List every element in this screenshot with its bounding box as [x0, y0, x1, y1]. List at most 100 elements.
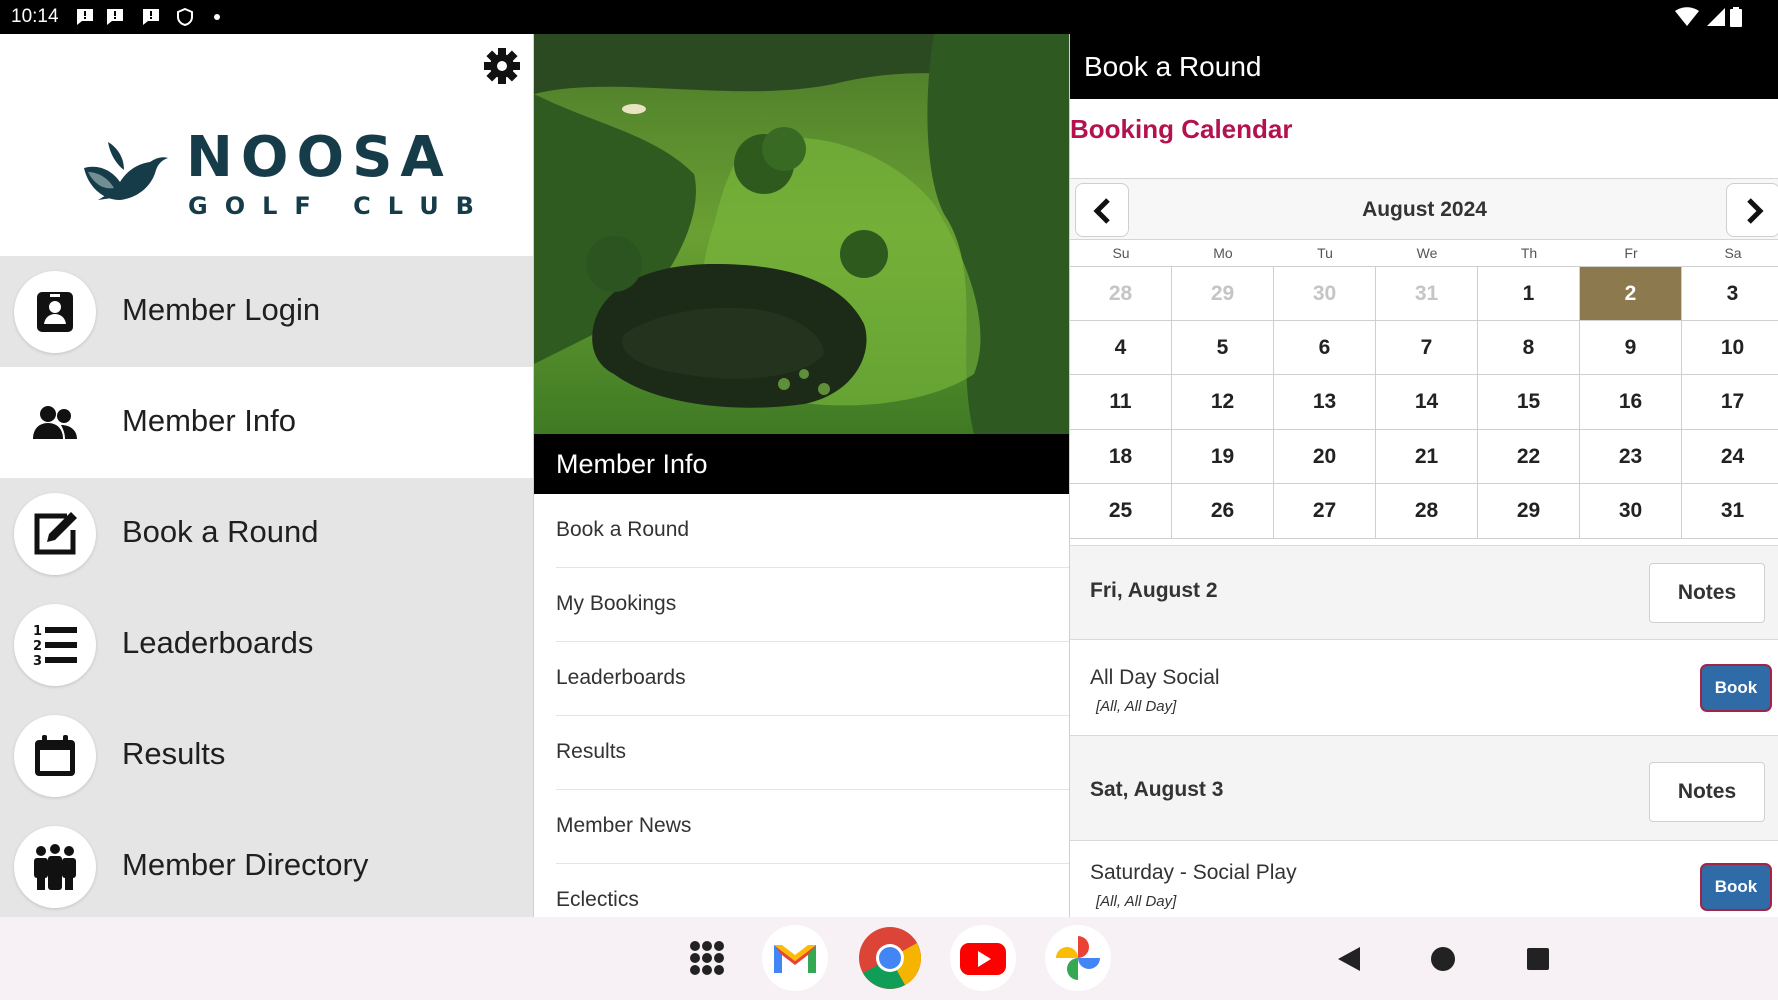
menu-item-label: Results	[556, 740, 627, 763]
calendar-day[interactable]: 20	[1274, 429, 1376, 484]
calendar-day[interactable]: 30	[1274, 267, 1376, 321]
event-detail: [All, All Day]	[1096, 698, 1177, 715]
nav-item-member-directory[interactable]: Member Directory	[0, 811, 533, 922]
calendar-day[interactable]: 27	[1274, 484, 1376, 539]
menu-item-leaderboards[interactable]: Leaderboards	[556, 642, 1070, 716]
back-icon[interactable]	[1334, 944, 1364, 974]
calendar-week-row: 25 26 27 28 29 30 31	[1070, 484, 1778, 539]
nav-item-member-login[interactable]: Member Login	[0, 256, 533, 367]
nav-item-results[interactable]: Results	[0, 700, 533, 811]
home-icon[interactable]	[1428, 944, 1458, 974]
calendar-day[interactable]: 31	[1682, 484, 1778, 539]
calendar-day[interactable]: 23	[1580, 429, 1682, 484]
calendar-day[interactable]: 12	[1172, 375, 1274, 430]
calendar-day[interactable]: 1	[1478, 267, 1580, 321]
photos-icon	[1045, 925, 1111, 991]
group-icon	[34, 844, 76, 890]
chrome-app-button[interactable]	[855, 923, 925, 993]
weekday-label: Tu	[1317, 245, 1333, 261]
nav-item-member-info[interactable]: Member Info	[0, 367, 533, 478]
calendar-day[interactable]: 22	[1478, 429, 1580, 484]
calendar-day[interactable]: 5	[1172, 320, 1274, 375]
nav-label: Member Info	[122, 403, 297, 438]
signal-icon	[1706, 8, 1725, 26]
calendar-day[interactable]: 21	[1376, 429, 1478, 484]
calendar-day[interactable]: 14	[1376, 375, 1478, 430]
nav-icon-circle	[14, 382, 96, 464]
youtube-app-button[interactable]	[948, 923, 1018, 993]
book-button[interactable]: Book	[1700, 863, 1772, 911]
gmail-app-button[interactable]	[760, 923, 830, 993]
book-button[interactable]: Book	[1700, 664, 1772, 712]
recents-icon[interactable]	[1523, 944, 1553, 974]
message-icon	[143, 9, 159, 25]
calendar-day[interactable]: 28	[1376, 484, 1478, 539]
status-bar: 10:14	[0, 0, 1778, 34]
menu-item-results[interactable]: Results	[556, 716, 1070, 790]
nav-icon-circle	[14, 271, 96, 353]
message-icon	[77, 9, 93, 25]
nav-label: Leaderboards	[122, 625, 314, 660]
event-name: All Day Social	[1090, 666, 1220, 689]
calendar-day[interactable]: 3	[1682, 267, 1778, 321]
day-header-aug-2: Fri, August 2 Notes	[1070, 545, 1778, 639]
status-right	[1675, 7, 1742, 32]
wifi-icon	[1675, 7, 1700, 26]
calendar-day[interactable]: 17	[1682, 375, 1778, 430]
golf-course-hero-image	[534, 34, 1070, 434]
calendar-day-selected[interactable]: 2	[1580, 267, 1682, 321]
calendar-day[interactable]: 25	[1070, 484, 1172, 539]
calendar-day[interactable]: 19	[1172, 429, 1274, 484]
next-month-button[interactable]	[1726, 183, 1778, 237]
app-drawer-icon	[690, 941, 724, 975]
nav-item-book-a-round[interactable]: Book a Round	[0, 478, 533, 589]
calendar-day[interactable]: 26	[1172, 484, 1274, 539]
members-icon	[33, 406, 77, 439]
calendar-day[interactable]: 30	[1580, 484, 1682, 539]
calendar-day[interactable]: 28	[1070, 267, 1172, 321]
notes-button[interactable]: Notes	[1649, 563, 1765, 623]
notes-button[interactable]: Notes	[1649, 762, 1765, 822]
calendar-week-row: 11 12 13 14 15 16 17	[1070, 375, 1778, 430]
nav-item-leaderboards[interactable]: 1 2 3 Leaderboards	[0, 589, 533, 700]
calendar-day[interactable]: 15	[1478, 375, 1580, 430]
calendar-day[interactable]: 8	[1478, 320, 1580, 375]
settings-gear-icon[interactable]	[482, 46, 522, 86]
nav-label: Results	[122, 736, 226, 771]
menu-item-label: Book a Round	[556, 518, 690, 541]
menu-item-label: My Bookings	[556, 592, 677, 615]
nav-icon-circle: 1 2 3	[14, 604, 96, 686]
app-drawer-button[interactable]	[672, 923, 742, 993]
calendar-day[interactable]: 4	[1070, 320, 1172, 375]
menu-item-label: Leaderboards	[556, 666, 686, 689]
nav-label: Member Login	[122, 292, 321, 327]
calendar-day[interactable]: 7	[1376, 320, 1478, 375]
menu-item-member-news[interactable]: Member News	[556, 790, 1070, 864]
logo-area: NOOSA GOLF CLUB	[0, 34, 533, 256]
calendar-day[interactable]: 29	[1172, 267, 1274, 321]
calendar-day[interactable]: 13	[1274, 375, 1376, 430]
member-login-icon	[37, 292, 73, 332]
photos-app-button[interactable]	[1043, 923, 1113, 993]
menu-item-book-a-round[interactable]: Book a Round	[556, 494, 1070, 568]
calendar-day[interactable]: 29	[1478, 484, 1580, 539]
calendar-day[interactable]: 6	[1274, 320, 1376, 375]
calendar-day[interactable]: 24	[1682, 429, 1778, 484]
event-name: Saturday - Social Play	[1090, 861, 1297, 884]
calendar-day[interactable]: 31	[1376, 267, 1478, 321]
event-row: All Day Social [All, All Day] Book	[1070, 639, 1778, 735]
menu-item-my-bookings[interactable]: My Bookings	[556, 568, 1070, 642]
calendar-day[interactable]: 9	[1580, 320, 1682, 375]
nav-icon-circle	[14, 826, 96, 908]
calendar-month-label: August 2024	[1362, 198, 1487, 221]
calendar-day[interactable]: 18	[1070, 429, 1172, 484]
calendar-day[interactable]: 16	[1580, 375, 1682, 430]
calendar-day[interactable]: 11	[1070, 375, 1172, 430]
youtube-icon	[950, 925, 1016, 991]
weekday-label: Fr	[1624, 245, 1638, 261]
book-a-round-panel: Book a Round Booking Calendar August 202…	[1069, 34, 1778, 917]
event-detail: [All, All Day]	[1096, 893, 1177, 910]
calendar-week-row: 18 19 20 21 22 23 24	[1070, 429, 1778, 484]
calendar-icon	[35, 735, 75, 776]
calendar-day[interactable]: 10	[1682, 320, 1778, 375]
